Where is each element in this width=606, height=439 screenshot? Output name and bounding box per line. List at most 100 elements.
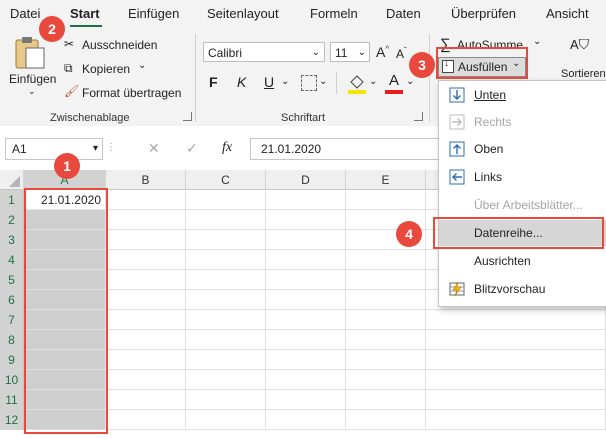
fill-color-button[interactable] <box>347 72 367 94</box>
grid-cell[interactable] <box>266 330 346 350</box>
grid-cell[interactable] <box>106 290 186 310</box>
grid-cell[interactable] <box>426 410 606 430</box>
row-header-9[interactable]: 9 <box>0 350 24 370</box>
font-color-button[interactable]: A <box>385 72 405 94</box>
grid-cell[interactable] <box>186 270 266 290</box>
grid-cell[interactable] <box>346 350 426 370</box>
paste-label[interactable]: Einfügen <box>9 72 56 86</box>
select-all-corner[interactable] <box>0 170 24 190</box>
row-header-4[interactable]: 4 <box>0 250 24 270</box>
grid-cell[interactable] <box>266 290 346 310</box>
grid-cell[interactable] <box>426 390 606 410</box>
menu-item-flash-fill[interactable]: Blitzvorschau <box>439 276 606 302</box>
tab-formeln[interactable]: Formeln <box>310 6 358 21</box>
grid-cell[interactable] <box>106 190 186 210</box>
grid-cell[interactable] <box>346 310 426 330</box>
grid-cell[interactable] <box>266 250 346 270</box>
grid-cell[interactable] <box>426 350 606 370</box>
tab-ansicht[interactable]: Ansicht <box>546 6 589 21</box>
column-header-e[interactable]: E <box>346 170 426 190</box>
grid-cell[interactable] <box>346 370 426 390</box>
grid-cell[interactable] <box>186 290 266 310</box>
grid-cell[interactable] <box>106 230 186 250</box>
tab-seitenlayout[interactable]: Seitenlayout <box>207 6 279 21</box>
grid-cell[interactable] <box>186 350 266 370</box>
menu-item-fill-down[interactable]: Unten <box>439 82 606 108</box>
row-header-11[interactable]: 11 <box>0 390 24 410</box>
font-color-dropdown-icon[interactable]: ⌄ <box>406 76 414 87</box>
grid-cell[interactable] <box>106 330 186 350</box>
tab-datei[interactable]: Datei <box>10 6 40 21</box>
paste-dropdown-icon[interactable]: ⌄ <box>28 86 36 97</box>
grid-cell[interactable] <box>426 370 606 390</box>
cancel-icon[interactable]: ✕ <box>148 140 160 157</box>
grid-cell[interactable] <box>346 270 426 290</box>
grid-cell[interactable] <box>266 390 346 410</box>
row-header-7[interactable]: 7 <box>0 310 24 330</box>
grid-cell[interactable] <box>266 270 346 290</box>
sort-filter-button[interactable]: Sortieren u <box>561 68 606 80</box>
grid-cell[interactable] <box>266 210 346 230</box>
borders-icon[interactable] <box>301 75 317 91</box>
font-size-select[interactable]: 11 ⌄ <box>330 42 370 62</box>
grid-cell[interactable] <box>346 290 426 310</box>
cut-icon[interactable]: ✂ <box>64 37 74 51</box>
insert-function-button[interactable]: fx <box>222 140 232 156</box>
column-header-b[interactable]: B <box>106 170 186 190</box>
row-header-8[interactable]: 8 <box>0 330 24 350</box>
grid-cell[interactable] <box>266 350 346 370</box>
grid-cell[interactable] <box>106 370 186 390</box>
grid-cell[interactable] <box>106 210 186 230</box>
copy-dropdown-icon[interactable]: ⌄ <box>138 60 146 71</box>
grid-cell[interactable] <box>186 410 266 430</box>
shrink-font-icon[interactable]: Aˇ <box>396 46 407 61</box>
grid-cell[interactable] <box>186 250 266 270</box>
grid-cell[interactable] <box>346 250 426 270</box>
borders-dropdown-icon[interactable]: ⌄ <box>319 76 327 87</box>
tab-start[interactable]: Start <box>70 6 100 21</box>
grid-cell[interactable] <box>266 310 346 330</box>
sort-filter-icon[interactable]: A⛉ <box>570 36 604 56</box>
autosum-dropdown-icon[interactable]: ⌄ <box>533 36 541 47</box>
menu-item-fill-left[interactable]: Links <box>439 164 606 190</box>
row-header-6[interactable]: 6 <box>0 290 24 310</box>
grid-cell[interactable] <box>106 410 186 430</box>
formula-input[interactable]: 21.01.2020 <box>250 138 440 160</box>
format-painter-icon[interactable]: 🖌 <box>64 84 79 98</box>
format-painter-button[interactable]: Format übertragen <box>82 86 181 100</box>
grid-cell[interactable] <box>426 310 606 330</box>
grid-cell[interactable] <box>186 210 266 230</box>
grid-cell[interactable] <box>106 270 186 290</box>
underline-dropdown-icon[interactable]: ⌄ <box>281 76 289 87</box>
copy-button[interactable]: Kopieren <box>82 62 130 76</box>
grid-cell[interactable] <box>186 190 266 210</box>
clipboard-dialog-launcher-icon[interactable] <box>183 112 192 121</box>
italic-button[interactable]: K <box>237 74 246 90</box>
grid-cell[interactable] <box>346 190 426 210</box>
underline-button[interactable]: U <box>264 74 274 90</box>
grid-cell[interactable] <box>346 410 426 430</box>
column-header-c[interactable]: C <box>186 170 266 190</box>
grid-cell[interactable] <box>266 190 346 210</box>
row-header-12[interactable]: 12 <box>0 410 24 430</box>
grid-cell[interactable] <box>346 330 426 350</box>
row-header-10[interactable]: 10 <box>0 370 24 390</box>
grid-cell[interactable] <box>266 370 346 390</box>
grid-cell[interactable] <box>186 370 266 390</box>
tab-ueberpruefen[interactable]: Überprüfen <box>451 6 516 21</box>
tab-daten[interactable]: Daten <box>386 6 421 21</box>
bold-button[interactable]: F <box>209 74 218 90</box>
grow-font-icon[interactable]: A^ <box>376 44 389 60</box>
grid-cell[interactable] <box>106 350 186 370</box>
fill-color-dropdown-icon[interactable]: ⌄ <box>369 76 377 87</box>
grid-cell[interactable] <box>426 330 606 350</box>
cut-button[interactable]: Ausschneiden <box>82 38 157 52</box>
grid-cell[interactable] <box>186 310 266 330</box>
row-header-3[interactable]: 3 <box>0 230 24 250</box>
grid-cell[interactable] <box>266 410 346 430</box>
grid-cell[interactable] <box>346 390 426 410</box>
grid-cell[interactable] <box>266 230 346 250</box>
grid-cell[interactable] <box>186 330 266 350</box>
font-dialog-launcher-icon[interactable] <box>414 112 423 121</box>
confirm-icon[interactable]: ✓ <box>186 140 198 157</box>
